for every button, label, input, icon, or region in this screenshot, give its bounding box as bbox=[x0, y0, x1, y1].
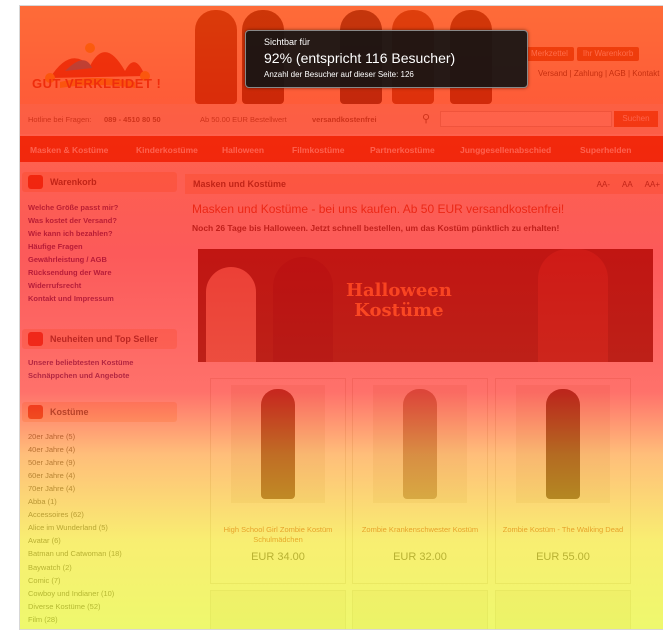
tooltip-percentage: 92% (entspricht 116 Besucher) bbox=[264, 50, 456, 66]
product-card[interactable]: High School Girl Zombie Kostüm Schulmädc… bbox=[210, 378, 346, 584]
banner-figure bbox=[538, 249, 608, 362]
sidebar-link[interactable]: Widerrufsrecht bbox=[28, 281, 81, 290]
new-badge-icon bbox=[28, 332, 43, 346]
category-link[interactable]: Accessoires (62) bbox=[28, 510, 84, 519]
visibility-tooltip: Sichtbar für 92% (entspricht 116 Besuche… bbox=[245, 30, 528, 88]
tooltip-visitor-count: Anzahl der Besucher auf dieser Seite: 12… bbox=[264, 70, 414, 79]
header-buttons: Merkzettel Ihr Warenkorb bbox=[525, 43, 642, 61]
news-box-title: Neuheiten und Top Seller bbox=[50, 334, 158, 344]
category-link[interactable]: Comic (7) bbox=[28, 576, 61, 585]
shipping-threshold: Ab 50.00 EUR Bestellwert bbox=[200, 115, 287, 124]
product-card-partial[interactable] bbox=[352, 590, 488, 629]
headline: Masken und Kostüme - bei uns kaufen. Ab … bbox=[192, 202, 565, 216]
halloween-countdown: Noch 26 Tage bis Halloween. Jetzt schnel… bbox=[192, 223, 560, 233]
hotline-phone[interactable]: 089 - 4510 80 50 bbox=[104, 115, 161, 124]
product-image[interactable] bbox=[516, 385, 610, 503]
cart-box-header[interactable]: Warenkorb bbox=[22, 172, 177, 192]
category-link[interactable]: Abba (1) bbox=[28, 497, 57, 506]
category-link[interactable]: Cowboy und Indianer (10) bbox=[28, 589, 114, 598]
category-link[interactable]: Batman und Catwoman (18) bbox=[28, 549, 122, 558]
category-link[interactable]: Avatar (6) bbox=[28, 536, 61, 545]
sidebar-link[interactable]: Kontakt und Impressum bbox=[28, 294, 114, 303]
product-name[interactable]: Zombie Krankenschwester Kostüm bbox=[357, 525, 483, 535]
cart-button[interactable]: Ihr Warenkorb bbox=[576, 47, 640, 61]
nav-film-costumes[interactable]: Filmkostüme bbox=[292, 145, 344, 155]
product-model bbox=[403, 389, 437, 499]
product-price: EUR 55.00 bbox=[536, 551, 590, 563]
font-larger-button[interactable]: AA+ bbox=[645, 180, 660, 189]
cart-box-title: Warenkorb bbox=[50, 177, 97, 187]
nav-kids-costumes[interactable]: Kinderkostüme bbox=[136, 145, 198, 155]
category-link[interactable]: 70er Jahre (4) bbox=[28, 484, 75, 493]
font-normal-button[interactable]: AA bbox=[622, 180, 633, 189]
sidebar-link[interactable]: Was kostet der Versand? bbox=[28, 216, 117, 225]
banner-title-line2: Kostüme bbox=[354, 300, 444, 321]
search-button[interactable]: Suchen bbox=[614, 111, 658, 127]
category-link[interactable]: Alice im Wunderland (5) bbox=[28, 523, 108, 532]
product-card[interactable]: Zombie Kostüm - The Walking Dead EUR 55.… bbox=[495, 378, 631, 584]
free-shipping-label: versandkostenfrei bbox=[312, 115, 377, 124]
category-link[interactable]: 60er Jahre (4) bbox=[28, 471, 75, 480]
product-card[interactable]: Zombie Krankenschwester Kostüm EUR 32.00 bbox=[352, 378, 488, 584]
main-nav: Masken & Kostüme Kinderkostüme Halloween… bbox=[20, 136, 663, 162]
category-link[interactable]: Baywatch (2) bbox=[28, 563, 72, 572]
product-price: EUR 34.00 bbox=[251, 551, 305, 563]
product-model bbox=[546, 389, 580, 499]
website-page: GUT VERKLEIDET ! Merkzettel Ihr Warenkorb… bbox=[20, 6, 663, 629]
product-image[interactable] bbox=[373, 385, 467, 503]
shopping-basket-icon bbox=[28, 175, 43, 189]
category-link[interactable]: 50er Jahre (9) bbox=[28, 458, 75, 467]
page-title: Masken und Kostüme bbox=[193, 179, 287, 189]
hotline-label: Hotline bei Fragen: bbox=[28, 115, 92, 124]
product-image[interactable] bbox=[231, 385, 325, 503]
banner-title-line1: Halloween bbox=[346, 280, 452, 301]
logo-text[interactable]: GUT VERKLEIDET ! bbox=[32, 76, 161, 91]
banner-figure bbox=[206, 267, 256, 362]
nav-superheroes[interactable]: Superhelden bbox=[580, 145, 631, 155]
heatmap-frame: GUT VERKLEIDET ! Merkzettel Ihr Warenkorb… bbox=[19, 5, 663, 630]
sidebar-link[interactable]: Schnäppchen und Angebote bbox=[28, 371, 129, 380]
sidebar-link[interactable]: Gewährleistung / AGB bbox=[28, 255, 107, 264]
nav-masks-costumes[interactable]: Masken & Kostüme bbox=[30, 145, 108, 155]
nav-bachelor-party[interactable]: Junggesellenabschied bbox=[460, 145, 551, 155]
font-smaller-button[interactable]: AA- bbox=[597, 180, 610, 189]
nav-partner-costumes[interactable]: Partnerkostüme bbox=[370, 145, 435, 155]
wishlist-button[interactable]: Merkzettel bbox=[525, 47, 574, 61]
banner-figure bbox=[273, 257, 333, 362]
costume-model-image bbox=[195, 10, 237, 104]
sidebar-link[interactable]: Welche Größe passt mir? bbox=[28, 203, 118, 212]
font-size-controls: AA- AA AA+ bbox=[585, 180, 660, 189]
search-icon[interactable]: ⚲ bbox=[422, 112, 434, 125]
product-card-partial[interactable] bbox=[495, 590, 631, 629]
costumes-box-title: Kostüme bbox=[50, 407, 89, 417]
product-card-partial[interactable] bbox=[210, 590, 346, 629]
sidebar-link[interactable]: Unsere beliebtesten Kostüme bbox=[28, 358, 133, 367]
sidebar-link[interactable]: Rücksendung der Ware bbox=[28, 268, 112, 277]
sidebar-link[interactable]: Wie kann ich bezahlen? bbox=[28, 229, 113, 238]
category-link[interactable]: 20er Jahre (5) bbox=[28, 432, 75, 441]
category-link[interactable]: Film (28) bbox=[28, 615, 58, 624]
costumes-box-header[interactable]: Kostüme bbox=[22, 402, 177, 422]
header-links[interactable]: Versand | Zahlung | AGB | Kontakt bbox=[538, 69, 659, 78]
category-link[interactable]: 40er Jahre (4) bbox=[28, 445, 75, 454]
sidebar-link[interactable]: Häufige Fragen bbox=[28, 242, 83, 251]
banner-title: Halloween Kostüme bbox=[346, 281, 452, 321]
product-name[interactable]: High School Girl Zombie Kostüm Schulmädc… bbox=[215, 525, 341, 545]
content-header: Masken und Kostüme AA- AA AA+ bbox=[185, 174, 663, 194]
product-model bbox=[261, 389, 295, 499]
tooltip-label: Sichtbar für bbox=[264, 37, 311, 47]
news-box-header[interactable]: Neuheiten und Top Seller bbox=[22, 329, 177, 349]
search-input[interactable] bbox=[440, 111, 612, 127]
halloween-banner[interactable]: Halloween Kostüme bbox=[198, 249, 653, 362]
costume-icon bbox=[28, 405, 43, 419]
product-name[interactable]: Zombie Kostüm - The Walking Dead bbox=[500, 525, 626, 535]
product-price: EUR 32.00 bbox=[393, 551, 447, 563]
category-link[interactable]: Diverse Kostüme (52) bbox=[28, 602, 101, 611]
nav-halloween[interactable]: Halloween bbox=[222, 145, 264, 155]
